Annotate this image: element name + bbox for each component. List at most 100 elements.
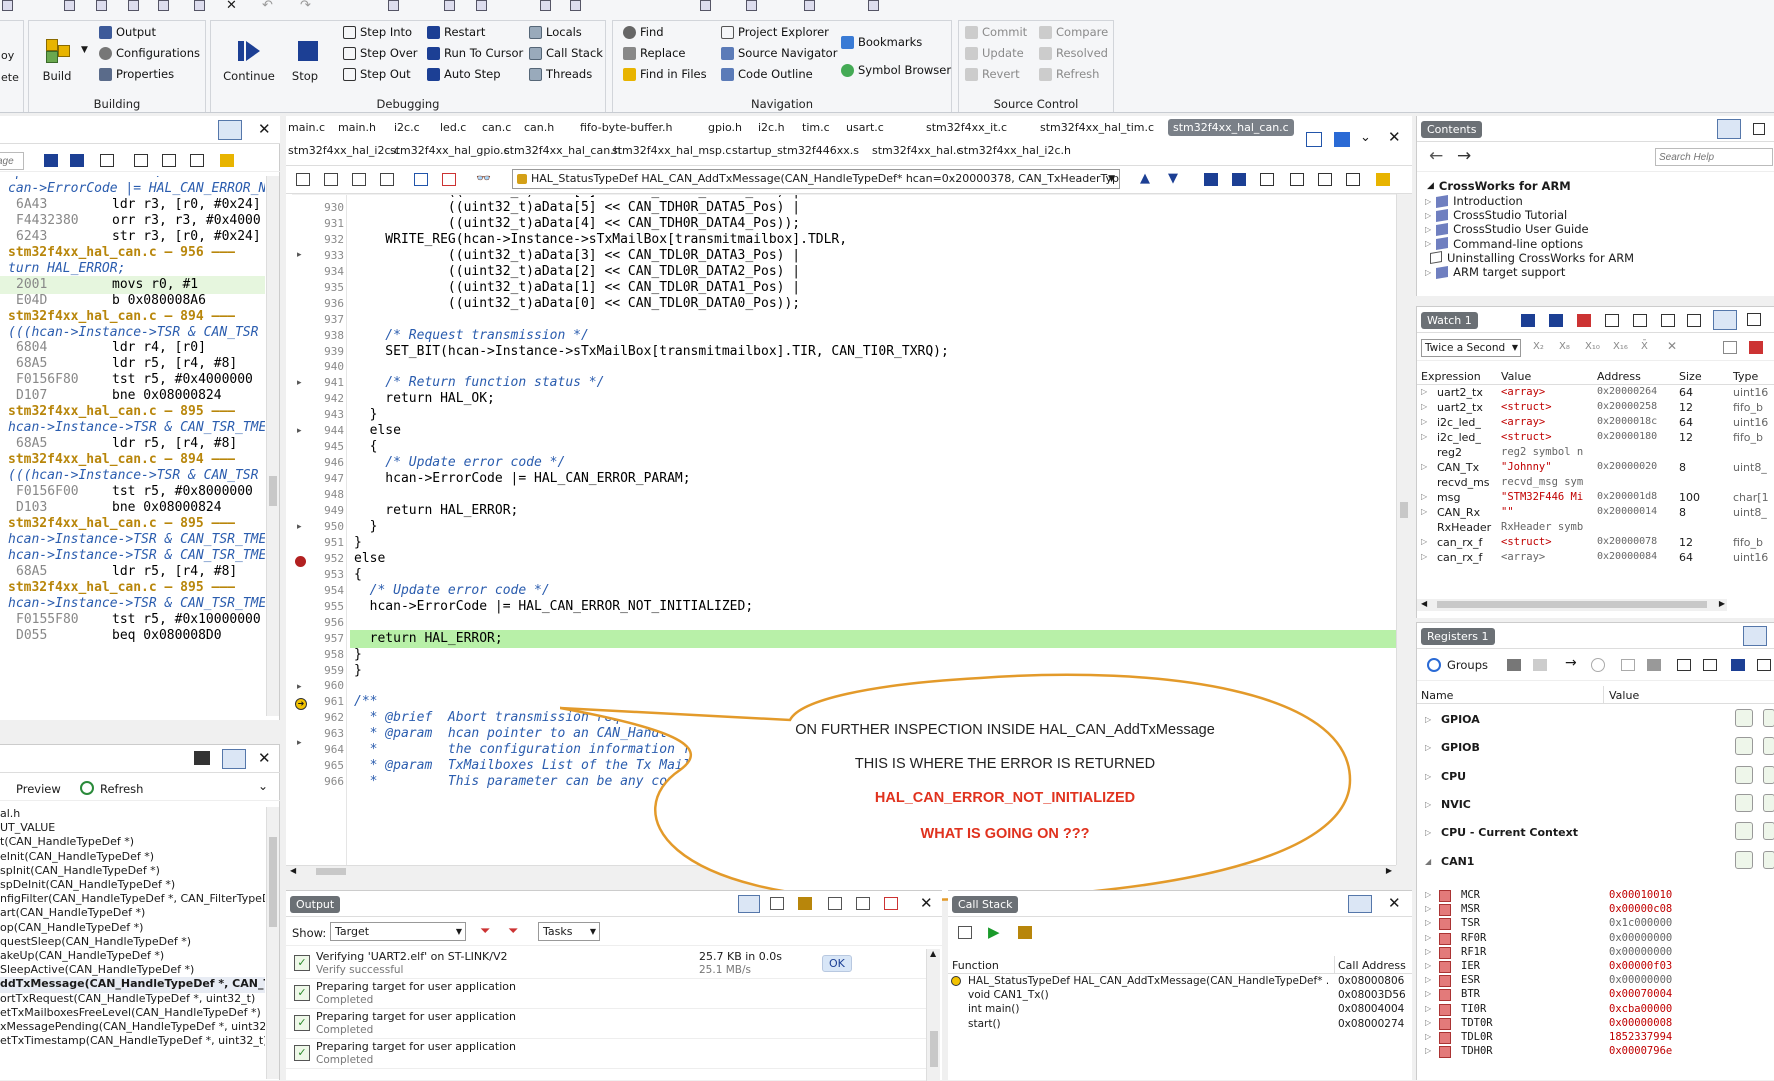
watch-row[interactable]: ▷ CAN_Tx "Johnny" 0x20000020 8 uint8_ (1417, 461, 1774, 476)
register-row[interactable]: ▷ RF1R 0x00000000 (1417, 946, 1774, 960)
toolbar-icon-d[interactable] (540, 0, 551, 11)
output-scrollbar[interactable]: ▲ (926, 949, 940, 1081)
editor-tab[interactable]: stm32f4xx_hal_msp.c (612, 144, 731, 157)
toolbar-icon-c[interactable] (476, 0, 487, 11)
register-row[interactable]: ▷ TI0R 0xcba00000 (1417, 1003, 1774, 1017)
refresh-button[interactable]: Refresh (100, 782, 143, 796)
function-selector[interactable]: HAL_StatusTypeDef HAL_CAN_AddTxMessage(C… (512, 169, 1120, 189)
editor-tool-11-icon[interactable] (1318, 173, 1332, 186)
register-row[interactable]: ▷ TDH0R 0x0000796e (1417, 1045, 1774, 1059)
disassembly-mode-icon[interactable] (218, 120, 242, 140)
scroll-right-icon[interactable]: ▶ (1719, 599, 1725, 608)
editor-tool-9-icon[interactable] (1260, 173, 1274, 186)
can1-register-list[interactable]: ▷ MCR 0x00010010 ▷ MSR 0x00000c08 ▷ TSR 0x1c0000… (1417, 889, 1774, 1081)
editor-tab[interactable]: stm32f4xx_hal_can.c (1168, 119, 1294, 136)
register-group[interactable]: ▷ GPIOB (1417, 735, 1774, 763)
editor-tab[interactable]: main.h (338, 121, 376, 134)
contents-window-icon[interactable] (1753, 123, 1765, 135)
registers-tool-6-icon[interactable] (1677, 659, 1691, 671)
close-icon[interactable]: ✕ (258, 120, 271, 138)
register-row[interactable]: ▷ ESR 0x00000000 (1417, 974, 1774, 988)
output-tool-1-icon[interactable] (770, 897, 784, 910)
disassembly-line[interactable]: D055 beq 0x080008D0 (0, 627, 265, 645)
bookmarks-button[interactable]: Bookmarks (841, 35, 922, 49)
register-row[interactable]: ▷ TSR 0x1c000000 (1417, 917, 1774, 931)
watch-tool-5-icon[interactable] (1633, 314, 1647, 327)
run-to-cursor-button[interactable]: Run To Cursor (427, 46, 523, 60)
col-value[interactable]: Value (1501, 370, 1531, 383)
commit-button[interactable]: Commit (965, 25, 1027, 39)
filter-clear-icon[interactable]: ⏷ (508, 924, 518, 939)
redo-icon[interactable]: ↷ (300, 0, 311, 13)
find-button[interactable]: Find (623, 25, 664, 39)
editor-tool-8-icon[interactable] (1232, 173, 1246, 186)
watch-tool-6-icon[interactable] (1661, 314, 1675, 327)
arrow-up-icon[interactable]: ▲ (1140, 171, 1150, 186)
register-row[interactable]: ▷ BTR 0x00070004 (1417, 988, 1774, 1002)
disasm-tool-1-icon[interactable] (44, 154, 58, 167)
registers-tool-9-icon[interactable] (1757, 659, 1771, 671)
col-size[interactable]: Size (1679, 370, 1702, 383)
output-button[interactable]: Output (99, 25, 156, 39)
output-tool-4-icon[interactable] (856, 897, 870, 910)
output-list[interactable]: ✓ Verifying 'UART2.elf' on ST-LINK/V2 Veri… (286, 949, 926, 1081)
contents-item[interactable]: ▷ Command-line options (1425, 237, 1583, 251)
registers-tool-7-icon[interactable] (1703, 659, 1717, 671)
save-icon[interactable] (2, 0, 13, 11)
scroll-left-icon[interactable]: ◀ (1421, 599, 1427, 608)
editor-split-icon[interactable] (1306, 132, 1322, 147)
watch-clear-icon[interactable] (1749, 341, 1763, 354)
source-navigator-button[interactable]: Source Navigator (721, 46, 837, 60)
watch-row[interactable]: ▷ can_rx_f <struct> 0x20000078 12 fifo_b (1417, 536, 1774, 551)
watch-row[interactable]: ▷ uart2_tx <struct> 0x20000258 12 fifo_b (1417, 401, 1774, 416)
arrow-down-icon[interactable]: ▼ (1168, 171, 1178, 186)
editor-sync-icon[interactable] (1334, 132, 1350, 147)
editor-tab[interactable]: startup_stm32f446xx.s (732, 144, 859, 157)
arrow-right-icon[interactable]: → (1565, 655, 1577, 671)
show-select[interactable]: Target ▼ (330, 922, 466, 941)
editor-vscrollbar[interactable] (1396, 194, 1410, 865)
symbol-browser-button[interactable]: Symbol Browser (841, 63, 951, 77)
call-stack-button[interactable]: Call Stack (529, 46, 603, 60)
registers-tool-8-icon[interactable] (1731, 659, 1745, 671)
register-group[interactable]: ▷ NVIC (1417, 792, 1774, 820)
editor-tool-6-icon[interactable] (442, 173, 456, 186)
print-icon[interactable] (64, 0, 75, 11)
editor-tab[interactable]: stm32f4xx_hal_tim.c (1040, 121, 1154, 134)
watch-title[interactable]: Watch 1 (1421, 312, 1478, 329)
glasses-icon[interactable]: 👓 (476, 171, 491, 185)
format-x10-icon[interactable]: X₁₀ (1585, 341, 1600, 352)
build-button[interactable]: Build (35, 37, 79, 83)
close-icon[interactable]: ✕ (1388, 894, 1401, 912)
watch-tool-3-icon[interactable] (1577, 314, 1591, 327)
watch-tool-4-icon[interactable] (1605, 314, 1619, 327)
forward-arrow-icon[interactable]: → (1457, 146, 1471, 166)
ok-button[interactable]: OK (822, 955, 852, 972)
fold-marker-icon[interactable]: ▸ (297, 682, 302, 692)
group-toggle-icon[interactable] (1735, 850, 1753, 869)
group-toggle-icon[interactable] (1763, 765, 1774, 784)
toolbar-icon-g[interactable] (746, 0, 757, 11)
step-over-button[interactable]: Step Over (343, 46, 418, 60)
watch-row[interactable]: ▷ uart2_tx <array> 0x20000264 64 uint16 (1417, 386, 1774, 401)
format-x2-icon[interactable]: X₂ (1533, 341, 1544, 352)
disassembly-listing[interactable]: Update error code */can->ErrorCode |= HA… (0, 176, 266, 716)
paste-icon[interactable] (158, 0, 169, 11)
editor-tab[interactable]: main.c (288, 121, 325, 134)
register-group[interactable]: ▷ GPIOA (1417, 707, 1774, 735)
contents-root[interactable]: ◢ CrossWorks for ARM (1427, 179, 1571, 193)
symbol-item[interactable]: etTxTimestamp(CAN_HandleTypeDef *, uint3… (0, 1034, 265, 1050)
callstack-settings-icon[interactable] (1018, 926, 1032, 939)
watch-row[interactable]: ▷ i2c_led_ <struct> 0x20000180 12 fifo_b (1417, 431, 1774, 446)
registers-tool-5-icon[interactable] (1647, 659, 1661, 671)
help-search-input[interactable] (1655, 148, 1773, 166)
register-group[interactable]: ▷ CPU - Current Context (1417, 820, 1774, 848)
group-toggle-icon[interactable] (1763, 737, 1774, 756)
chevron-down-icon[interactable]: ⌄ (258, 779, 268, 793)
configurations-button[interactable]: Configurations (99, 46, 200, 60)
group-toggle-icon[interactable] (1735, 709, 1753, 727)
symbol-filter-icon[interactable] (194, 751, 210, 765)
callstack-row[interactable]: HAL_StatusTypeDef HAL_CAN_AddTxMessage(C… (948, 975, 1412, 989)
editor-hscroll-thumb[interactable] (316, 868, 346, 875)
callstack-tool-icon[interactable] (958, 926, 972, 939)
